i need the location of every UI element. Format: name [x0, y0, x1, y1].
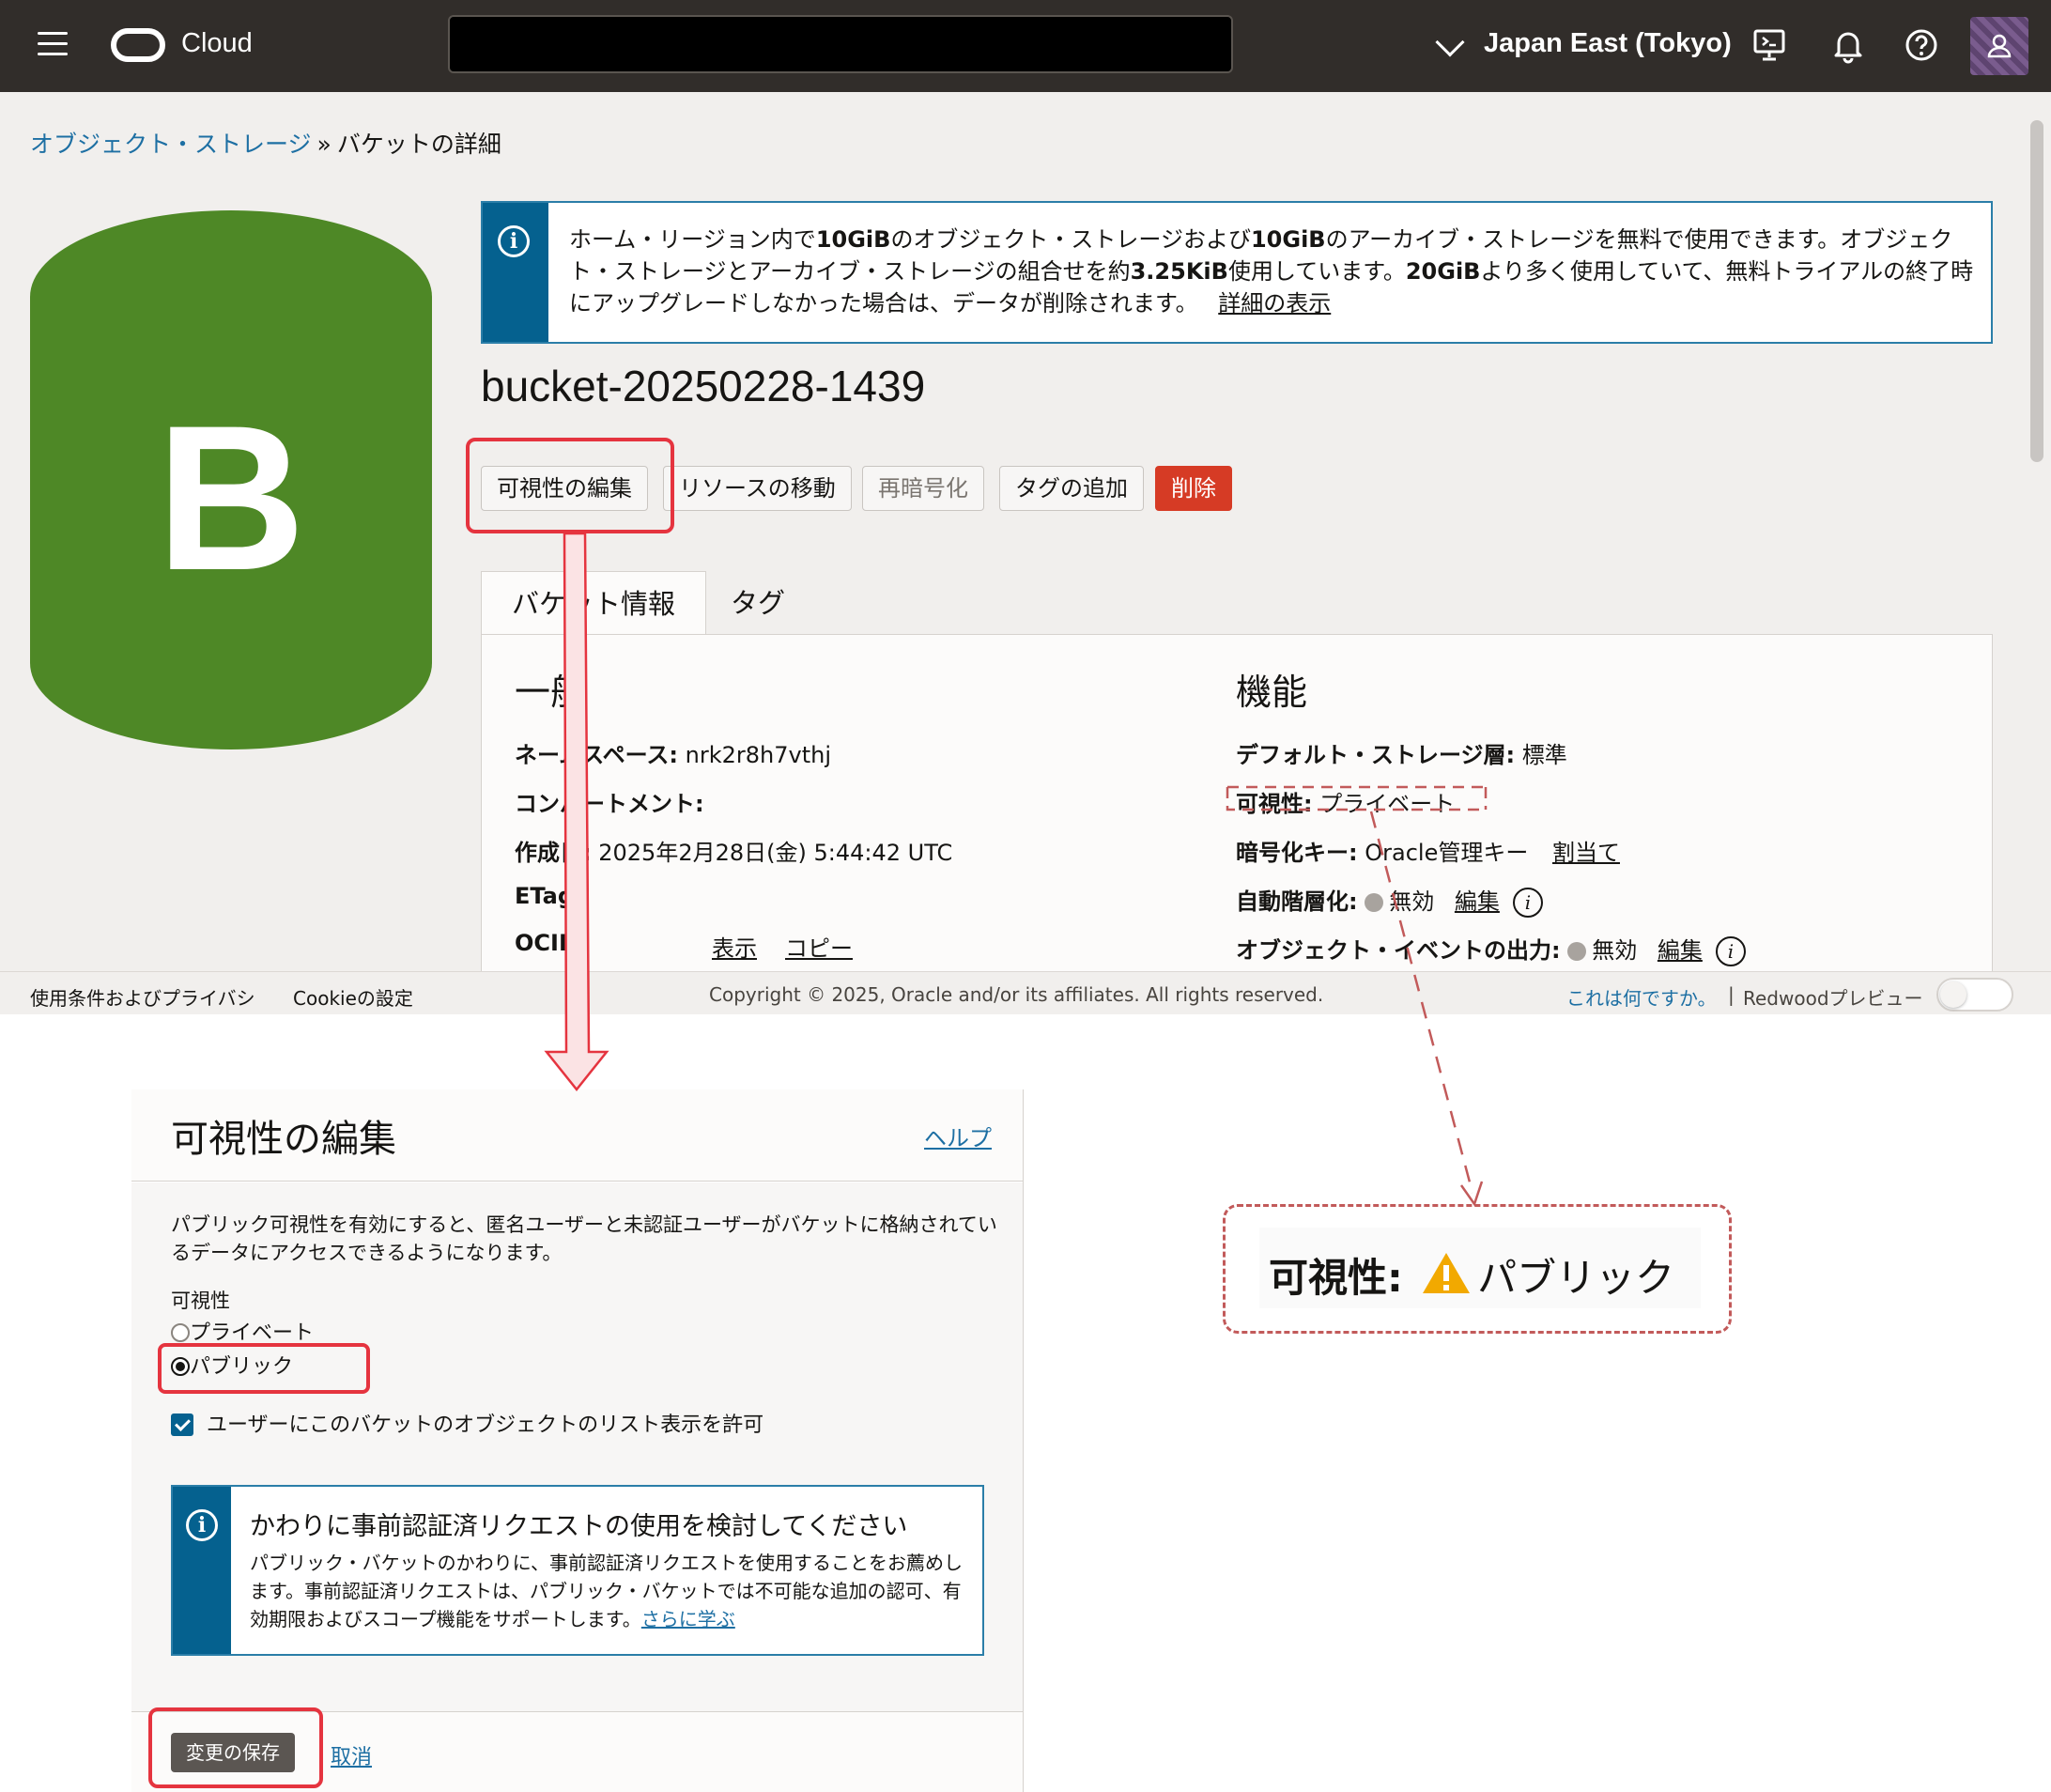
save-button-highlight: [148, 1707, 323, 1788]
dialog-body: パブリック可視性を有効にすると、匿名ユーザーと未認証ユーザーがバケットに格納され…: [131, 1182, 1023, 1711]
dialog-title: 可視性の編集: [171, 1118, 396, 1161]
info-icon: i: [186, 1509, 218, 1541]
scrollbar-thumb[interactable]: [2030, 120, 2043, 462]
redwood-preview-toggle[interactable]: [1936, 978, 2013, 1012]
pre-auth-request-note: i かわりに事前認証済リクエストの使用を検討してください パブリック・バケットの…: [171, 1485, 984, 1656]
redwood-preview-label: Redwoodプレビュー: [1743, 987, 1923, 1010]
callout-text: 可視性: パブリック: [1269, 1246, 1674, 1304]
radio-private[interactable]: プライベート: [171, 1316, 314, 1346]
terms-link[interactable]: 使用条件およびプライバシ: [30, 983, 255, 1011]
public-option-highlight: [158, 1343, 370, 1394]
footer-divider: |: [1728, 983, 1735, 1006]
visibility-dashed-highlight: [1226, 785, 1488, 811]
console-footer: 使用条件およびプライバシ Cookieの設定 Copyright © 2025,…: [0, 971, 2051, 1014]
learn-more-link[interactable]: さらに学ぶ: [641, 1608, 735, 1630]
dialog-header: 可視性の編集 ヘルプ: [131, 1089, 1023, 1182]
cookie-settings-link[interactable]: Cookieの設定: [293, 983, 413, 1011]
arrowhead-icon: [1459, 1181, 1484, 1207]
help-link[interactable]: ヘルプ: [924, 1120, 992, 1152]
visibility-result-callout: 可視性: パブリック: [1223, 1204, 1732, 1334]
allow-list-checkbox[interactable]: [171, 1414, 193, 1436]
what-is-this-link[interactable]: これは何ですか。: [1566, 983, 1717, 1011]
console-screenshot: Cloud Japan East (Tokyo) オブジェクト・ストレージ» バケ…: [0, 0, 2051, 1014]
cancel-link[interactable]: 取消: [331, 1740, 372, 1770]
visibility-field-label: 可視性: [171, 1290, 230, 1312]
page-scrollbar[interactable]: [2023, 92, 2051, 971]
copyright-text: Copyright © 2025, Oracle and/or its affi…: [709, 983, 1324, 1006]
radio-private-control[interactable]: [171, 1323, 190, 1342]
warning-icon: [1423, 1253, 1471, 1293]
dialog-description: パブリック可視性を有効にすると、匿名ユーザーと未認証ユーザーがバケットに格納され…: [171, 1213, 997, 1264]
edit-visibility-dialog: 可視性の編集 ヘルプ パブリック可視性を有効にすると、匿名ユーザーと未認証ユーザ…: [131, 1089, 1024, 1792]
note-title: かわりに事前認証済リクエストの使用を検討してください: [250, 1512, 908, 1541]
note-text: パブリック・バケットのかわりに、事前認証済リクエストを使用することをお薦めします…: [250, 1552, 963, 1630]
allow-list-checkbox-row[interactable]: ユーザーにこのバケットのオブジェクトのリスト表示を許可: [171, 1408, 763, 1438]
